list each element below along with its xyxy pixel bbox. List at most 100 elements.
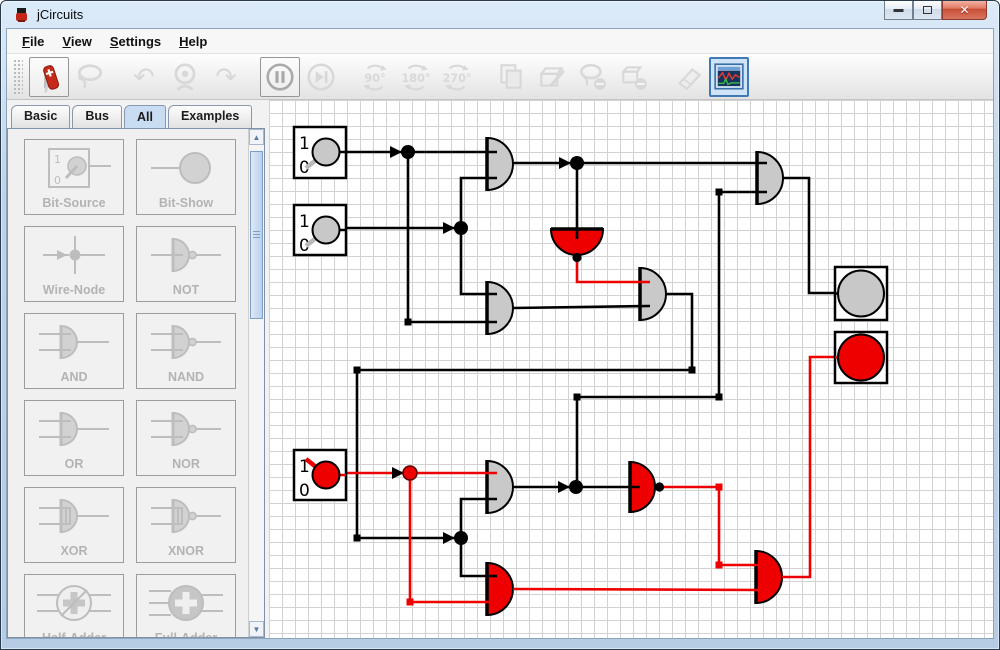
palette-item-nor[interactable]: NOR: [136, 400, 236, 476]
bit-show-top[interactable]: [835, 267, 887, 320]
wire-node: [454, 531, 468, 545]
svg-text:1: 1: [299, 134, 310, 154]
wire: [661, 487, 766, 565]
scrollbar-thumb[interactable]: [250, 151, 263, 319]
copy-icon: [494, 61, 528, 93]
wire: [513, 589, 766, 590]
wire-joint: [405, 319, 412, 326]
wire-joint: [716, 484, 723, 491]
and-gate-1[interactable]: [487, 137, 513, 191]
palette-item-label: XOR: [60, 544, 87, 558]
delete-component-icon: [617, 61, 651, 93]
menu-bar: FileViewSettingsHelp: [7, 29, 993, 54]
palette-item-wire-node[interactable]: Wire-Node: [24, 226, 124, 302]
circuit-canvas[interactable]: 101010: [269, 100, 993, 638]
menu-settings[interactable]: Settings: [101, 31, 170, 52]
wire-node: [403, 466, 417, 480]
deselect-button[interactable]: [573, 57, 613, 97]
scroll-up-button[interactable]: ▲: [249, 129, 264, 145]
redo-button[interactable]: ↷: [206, 57, 246, 97]
lasso-icon: [73, 61, 107, 93]
palette-item-nand[interactable]: NAND: [136, 313, 236, 389]
palette-item-xor[interactable]: XOR: [24, 487, 124, 563]
tab-examples[interactable]: Examples: [168, 105, 252, 128]
wire-arrow: [559, 157, 571, 169]
step-forward-icon: [304, 61, 338, 93]
and-gate-7[interactable]: [756, 550, 782, 604]
eraser-icon: [671, 61, 705, 93]
and-gate-5[interactable]: [487, 460, 513, 514]
tab-basic[interactable]: Basic: [11, 105, 70, 128]
delete-component-button[interactable]: [614, 57, 654, 97]
menu-help[interactable]: Help: [170, 31, 216, 52]
scroll-down-button[interactable]: ▼: [249, 621, 264, 637]
app-window: jCircuits ▬ ✕ FileViewSettingsHelp ↶ ↷: [0, 0, 1000, 650]
redo-icon: ↷: [209, 61, 243, 93]
close-button[interactable]: ✕: [942, 1, 987, 20]
undo-icon: ↶: [127, 61, 161, 93]
minimize-button[interactable]: ▬: [884, 1, 913, 20]
palette-item-not[interactable]: NOT: [136, 226, 236, 302]
rotate-180-icon: 180°: [399, 61, 433, 93]
tab-bus[interactable]: Bus: [72, 105, 122, 128]
wire-node: [569, 480, 583, 494]
tab-all[interactable]: All: [124, 105, 166, 128]
component-sidebar: BasicBusAllExamples 10 Bit-Source Bit-Sh…: [7, 100, 265, 638]
rotate-180-button[interactable]: 180°: [396, 57, 436, 97]
lasso-select-button[interactable]: [70, 57, 110, 97]
svg-text:1: 1: [54, 153, 61, 166]
svg-text:↷: ↷: [215, 62, 236, 92]
wire: [782, 357, 835, 577]
title-bar[interactable]: jCircuits ▬ ✕: [6, 1, 994, 28]
svg-text:0: 0: [299, 481, 310, 501]
svg-text:↶: ↶: [133, 62, 154, 92]
rotate-90-button[interactable]: 90°: [355, 57, 395, 97]
eraser-button[interactable]: [668, 57, 708, 97]
window-title: jCircuits: [37, 7, 83, 22]
wire-arrow: [390, 146, 402, 158]
bit-source-a[interactable]: 10: [294, 127, 346, 178]
wire-arrow: [392, 467, 404, 479]
palette-item-or[interactable]: OR: [24, 400, 124, 476]
svg-text:270°: 270°: [443, 71, 472, 84]
rotate-270-button[interactable]: 270°: [437, 57, 477, 97]
palette-item-full-adder[interactable]: Full-Adder: [136, 574, 236, 637]
edit-component-button[interactable]: [532, 57, 572, 97]
palette-item-bit-source[interactable]: 10 Bit-Source: [24, 139, 124, 215]
and-gate-2[interactable]: [487, 281, 513, 335]
and-gate-4[interactable]: [757, 151, 783, 205]
palette-item-and[interactable]: AND: [24, 313, 124, 389]
and-gate-6[interactable]: [487, 562, 513, 616]
palette-item-label: XNOR: [168, 544, 204, 558]
component-tool-button[interactable]: [29, 57, 69, 97]
category-tabs: BasicBusAllExamples: [7, 105, 265, 128]
bit-source-c[interactable]: 10: [294, 450, 346, 501]
palette-item-label: NAND: [168, 370, 204, 384]
palette-item-label: Wire-Node: [43, 283, 105, 297]
xor-gate-icon: [25, 488, 123, 544]
snapshot-button[interactable]: [165, 57, 205, 97]
menu-view[interactable]: View: [53, 31, 100, 52]
or-gate-icon: [25, 401, 123, 457]
pause-simulation-button[interactable]: [260, 57, 300, 97]
maximize-button[interactable]: [913, 1, 942, 20]
palette-item-xnor[interactable]: XNOR: [136, 487, 236, 563]
palette-item-bit-show[interactable]: Bit-Show: [136, 139, 236, 215]
palette-item-half-adder[interactable]: Half-Adder: [24, 574, 124, 637]
toolbar: ↶ ↷ 90° 180° 270°: [7, 54, 993, 100]
toolbar-drag-handle[interactable]: [13, 59, 23, 95]
copy-button[interactable]: [491, 57, 531, 97]
bit-show-bottom[interactable]: [835, 332, 887, 383]
and-gate-icon: [25, 314, 123, 370]
bit-source-b[interactable]: 10: [294, 205, 346, 256]
menu-file[interactable]: File: [13, 31, 53, 52]
xnor-gate-icon: [137, 488, 235, 544]
component-palette: 10 Bit-Source Bit-Show Wire-Node NOT: [8, 129, 248, 637]
inversion-dot: [572, 253, 581, 262]
scrollbar-track[interactable]: [249, 145, 264, 621]
svg-text:90°: 90°: [364, 71, 385, 84]
and-gate-3[interactable]: [640, 267, 666, 321]
undo-button[interactable]: ↶: [124, 57, 164, 97]
step-simulation-button[interactable]: [301, 57, 341, 97]
oscilloscope-button[interactable]: [709, 57, 749, 97]
